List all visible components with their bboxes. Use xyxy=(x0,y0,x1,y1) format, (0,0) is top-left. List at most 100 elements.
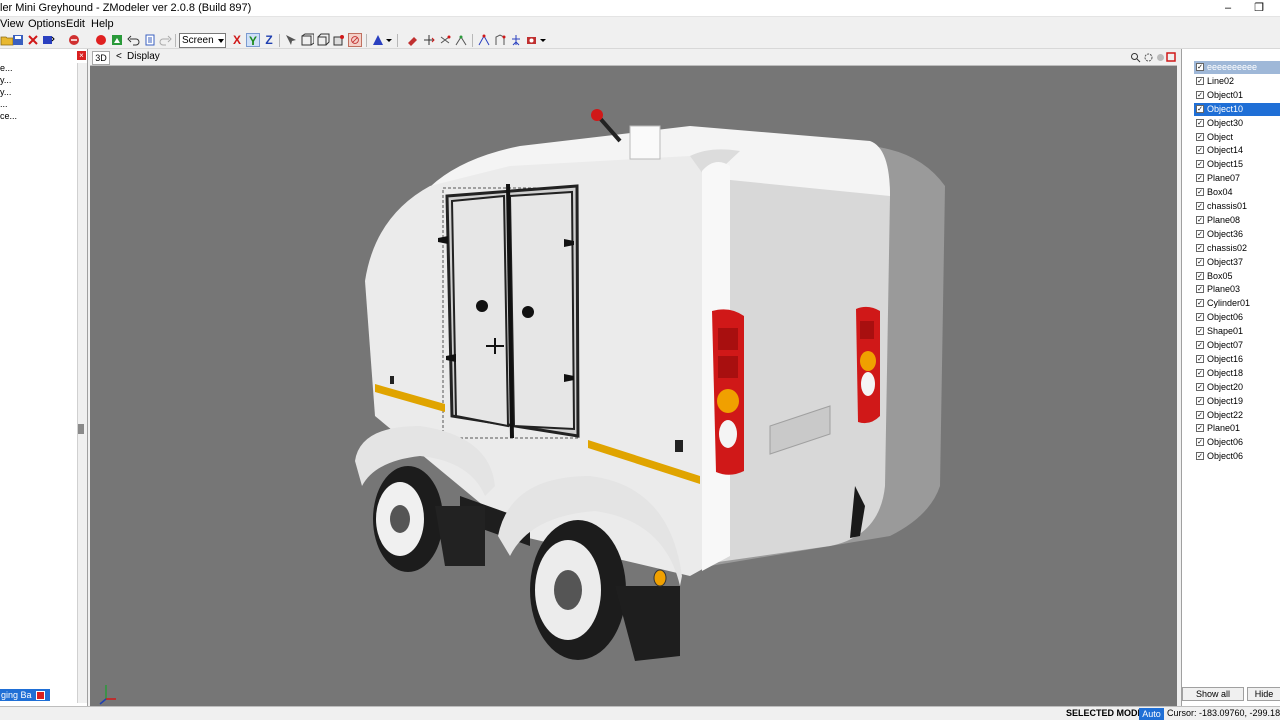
close-icon[interactable]: × xyxy=(77,51,86,60)
bone-icon[interactable] xyxy=(509,33,523,47)
visibility-checkbox[interactable]: ✓ xyxy=(1196,118,1204,127)
redo-icon[interactable] xyxy=(159,33,173,47)
left-panel-scrollbar[interactable] xyxy=(77,63,87,703)
show-all-button[interactable]: Show all xyxy=(1182,687,1244,701)
breadcrumb-back[interactable]: < xyxy=(116,51,122,62)
visibility-checkbox[interactable]: ✓ xyxy=(1196,424,1204,433)
left-panel-item[interactable]: ... xyxy=(0,99,8,109)
left-panel-item[interactable]: e... xyxy=(0,63,13,73)
record-icon[interactable] xyxy=(94,33,108,47)
object-list-item[interactable]: ✓ Box04 xyxy=(1194,186,1280,199)
visibility-checkbox[interactable]: ✓ xyxy=(1196,382,1204,391)
document-icon[interactable] xyxy=(143,33,157,47)
visibility-checkbox[interactable]: ✓ xyxy=(1196,63,1204,71)
visibility-checkbox[interactable]: ✓ xyxy=(1196,313,1204,322)
object-list-item[interactable]: ✓ Object37 xyxy=(1194,256,1280,269)
object-list-item[interactable]: ✓ Object15 xyxy=(1194,158,1280,171)
object-list-item[interactable]: ✓ Object06 xyxy=(1194,450,1280,463)
axis-y-toggle[interactable]: Y xyxy=(246,33,260,48)
delete-icon[interactable] xyxy=(26,33,40,47)
render-icon[interactable] xyxy=(110,33,124,47)
coordinate-system-select[interactable]: Screen xyxy=(179,33,226,48)
visibility-checkbox[interactable]: ✓ xyxy=(1196,341,1204,349)
visibility-checkbox[interactable]: ✓ xyxy=(1196,452,1204,461)
object-list-item[interactable]: ✓ Object01 xyxy=(1194,89,1280,102)
link-icon[interactable] xyxy=(477,33,491,47)
object-list-item[interactable]: ✓ Plane01 xyxy=(1194,422,1280,435)
visibility-checkbox[interactable]: ✓ xyxy=(1196,215,1204,224)
visibility-checkbox[interactable]: ✓ xyxy=(1196,410,1204,419)
visibility-checkbox[interactable]: ✓ xyxy=(1196,257,1204,266)
hide-button[interactable]: Hide xyxy=(1247,687,1280,701)
left-panel-item[interactable]: ce... xyxy=(0,111,17,121)
undo-icon[interactable] xyxy=(126,33,140,47)
visibility-checkbox[interactable]: ✓ xyxy=(1196,396,1204,405)
visibility-checkbox[interactable]: ✓ xyxy=(1196,146,1204,155)
object-list-item[interactable]: ✓ Cylinder01 xyxy=(1194,297,1280,310)
axis-z-toggle[interactable]: Z xyxy=(262,33,276,47)
object-list-item[interactable]: ✓ Box05 xyxy=(1194,270,1280,283)
menu-options[interactable]: Options xyxy=(28,18,66,30)
visibility-checkbox[interactable]: ✓ xyxy=(1196,229,1204,238)
object-list-item[interactable]: ✓ Object06 xyxy=(1194,436,1280,449)
visibility-checkbox[interactable]: ✓ xyxy=(1196,76,1204,85)
visibility-checkbox[interactable]: ✓ xyxy=(1196,327,1204,336)
menu-help[interactable]: Help xyxy=(91,18,114,30)
object-list-item[interactable]: ✓ Object18 xyxy=(1194,367,1280,380)
object-list-item[interactable]: ✓ Object06 xyxy=(1194,311,1280,324)
minimize-button[interactable]: – xyxy=(1214,0,1242,17)
unlink-icon[interactable] xyxy=(493,33,507,47)
object-list-item[interactable]: ✓ Plane07 xyxy=(1194,172,1280,185)
splitter-grip[interactable] xyxy=(78,424,84,434)
paint-icon[interactable] xyxy=(406,33,420,47)
object-list-item[interactable]: ✓ Object07 xyxy=(1194,339,1280,352)
object-list-item[interactable]: ✓ Shape01 xyxy=(1194,325,1280,338)
zoom-icon[interactable] xyxy=(1130,52,1141,63)
visibility-checkbox[interactable]: ✓ xyxy=(1196,90,1204,99)
select-mesh-icon[interactable] xyxy=(332,33,346,47)
object-list-item[interactable]: ✓ Line02 xyxy=(1194,75,1280,88)
object-list-item[interactable]: ✓ Object20 xyxy=(1194,381,1280,394)
object-list-item[interactable]: ✓ Object19 xyxy=(1194,395,1280,408)
triangle-tool-icon[interactable] xyxy=(371,33,385,47)
visibility-checkbox[interactable]: ✓ xyxy=(1196,438,1204,447)
left-panel-item[interactable]: y... xyxy=(0,87,11,97)
trailer-3d-model[interactable] xyxy=(90,66,1177,706)
visibility-checkbox[interactable]: ✓ xyxy=(1196,132,1204,141)
scale-icon[interactable] xyxy=(454,33,468,47)
save-icon[interactable] xyxy=(11,33,25,47)
object-list-item[interactable]: ✓ Plane08 xyxy=(1194,214,1280,227)
auto-mode-toggle[interactable]: Auto xyxy=(1139,708,1164,720)
undo-history-icon[interactable] xyxy=(67,33,81,47)
select-object-icon[interactable] xyxy=(316,33,330,47)
settings-icon[interactable] xyxy=(1143,52,1154,63)
object-list-item[interactable]: ✓ Object22 xyxy=(1194,409,1280,422)
visibility-checkbox[interactable]: ✓ xyxy=(1196,271,1204,280)
camera-icon[interactable] xyxy=(525,33,539,47)
chevron-down-icon[interactable] xyxy=(386,33,392,47)
visibility-checkbox[interactable]: ✓ xyxy=(1196,188,1204,197)
maximize-button[interactable]: ❐ xyxy=(1245,0,1273,17)
move-icon[interactable] xyxy=(422,33,436,47)
viewport-3d[interactable]: 3D < Display xyxy=(90,49,1177,706)
visibility-checkbox[interactable]: ✓ xyxy=(1196,160,1204,169)
object-list-item[interactable]: ✓ chassis01 xyxy=(1194,200,1280,213)
view-mode-button[interactable]: 3D xyxy=(92,51,110,65)
object-list-item[interactable]: ✓ Object16 xyxy=(1194,353,1280,366)
object-list-item[interactable]: ✓ Object14 xyxy=(1194,144,1280,157)
display-menu[interactable]: Display xyxy=(127,51,160,62)
import-icon[interactable] xyxy=(41,33,55,47)
visibility-checkbox[interactable]: ✓ xyxy=(1196,368,1204,377)
visibility-checkbox[interactable]: ✓ xyxy=(1196,299,1204,308)
close-icon[interactable] xyxy=(36,691,45,700)
left-panel-item[interactable]: y... xyxy=(0,75,11,85)
visibility-checkbox[interactable]: ✓ xyxy=(1196,104,1204,113)
axis-x-toggle[interactable]: X xyxy=(230,33,244,47)
visibility-checkbox[interactable]: ✓ xyxy=(1196,202,1204,210)
visibility-checkbox[interactable]: ✓ xyxy=(1196,285,1204,294)
object-list-item[interactable]: ✓ Plane03 xyxy=(1194,283,1280,296)
object-list-item[interactable]: ✓ Object36 xyxy=(1194,228,1280,241)
menu-view[interactable]: View xyxy=(0,18,24,30)
chevron-down-icon[interactable] xyxy=(540,33,546,47)
object-list-item[interactable]: ✓ Object xyxy=(1194,131,1280,144)
